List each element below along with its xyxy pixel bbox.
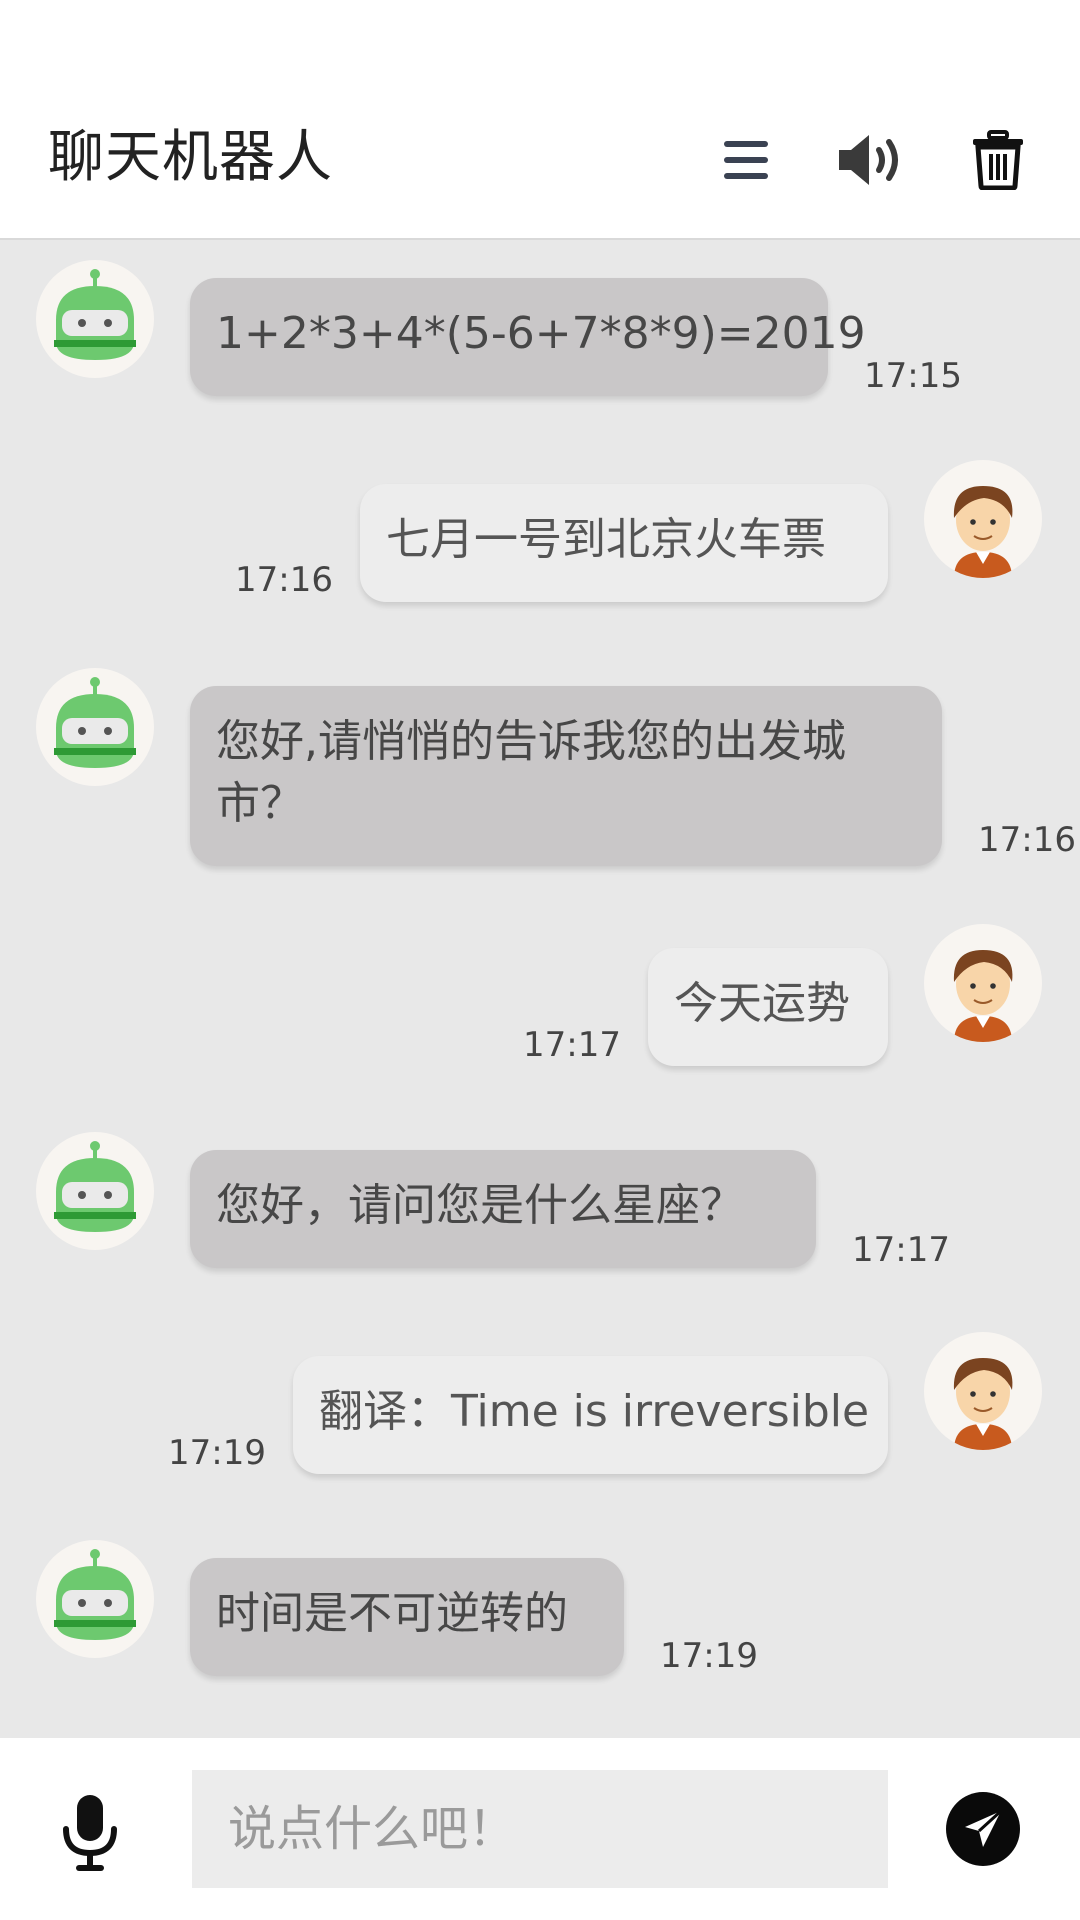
voice-input-button[interactable] xyxy=(50,1778,130,1888)
user-avatar xyxy=(924,460,1042,578)
message-text: 您好,请悄悄的告诉我您的出发城市？ xyxy=(216,716,846,829)
chat-messages[interactable]: 1+2*3+4*(5-6+7*8*9)=2019 17:15 17:16 七月一… xyxy=(0,240,1080,1738)
message-text: 时间是不可逆转的 xyxy=(216,1588,568,1639)
robot-avatar xyxy=(36,260,154,378)
send-button[interactable] xyxy=(946,1792,1020,1866)
user-icon xyxy=(953,950,1013,1042)
trash-button[interactable] xyxy=(958,120,1038,200)
message-bubble[interactable]: 七月一号到北京火车票 xyxy=(360,484,888,602)
message-time: 17:17 xyxy=(523,1025,621,1065)
chat-app: 聊天机器人 1+2*3+4*(5-6+7*8*9)=2019 17:15 17:… xyxy=(0,0,1080,1920)
page-title: 聊天机器人 xyxy=(48,125,333,190)
message-text: 1+2*3+4*(5-6+7*8*9)=2019 xyxy=(216,308,866,359)
menu-button[interactable] xyxy=(706,120,786,200)
user-icon xyxy=(953,1358,1013,1450)
message-time: 17:19 xyxy=(168,1433,266,1473)
robot-icon xyxy=(54,269,136,360)
message-time: 17:16 xyxy=(235,560,333,600)
robot-avatar xyxy=(36,1540,154,1658)
menu-icon xyxy=(724,141,768,179)
message-input[interactable] xyxy=(192,1770,888,1888)
message-bubble[interactable]: 时间是不可逆转的 xyxy=(190,1558,624,1676)
robot-icon xyxy=(54,1141,136,1232)
message-bubble[interactable]: 1+2*3+4*(5-6+7*8*9)=2019 xyxy=(190,278,866,396)
message-text: 翻译：Time is irreversible xyxy=(319,1386,870,1437)
robot-avatar xyxy=(36,1132,154,1250)
message-bubble[interactable]: 今天运势 xyxy=(648,948,888,1066)
user-avatar xyxy=(924,924,1042,1042)
user-icon xyxy=(953,486,1013,578)
message-bubble[interactable]: 您好，请问您是什么星座？ xyxy=(190,1150,816,1268)
message-time: 17:19 xyxy=(660,1636,758,1676)
robot-icon xyxy=(54,1549,136,1640)
message-time: 17:16 xyxy=(978,820,1076,860)
message-text: 今天运势 xyxy=(674,978,850,1029)
message-time: 17:17 xyxy=(852,1230,950,1270)
robot-icon xyxy=(54,677,136,768)
message-text: 七月一号到北京火车票 xyxy=(386,514,826,565)
robot-avatar xyxy=(36,668,154,786)
message-time: 17:15 xyxy=(864,356,962,396)
speaker-button[interactable] xyxy=(832,120,912,200)
input-bar xyxy=(0,1738,1080,1920)
message-bubble[interactable]: 您好,请悄悄的告诉我您的出发城市？ xyxy=(190,686,942,866)
speaker-icon xyxy=(839,135,898,185)
message-bubble[interactable]: 翻译：Time is irreversible xyxy=(293,1356,888,1474)
user-avatar xyxy=(924,1332,1042,1450)
message-text: 您好，请问您是什么星座？ xyxy=(216,1180,744,1231)
send-icon xyxy=(965,1809,1003,1847)
trash-icon xyxy=(973,130,1023,190)
microphone-icon xyxy=(63,1795,117,1871)
app-header: 聊天机器人 xyxy=(0,0,1080,240)
